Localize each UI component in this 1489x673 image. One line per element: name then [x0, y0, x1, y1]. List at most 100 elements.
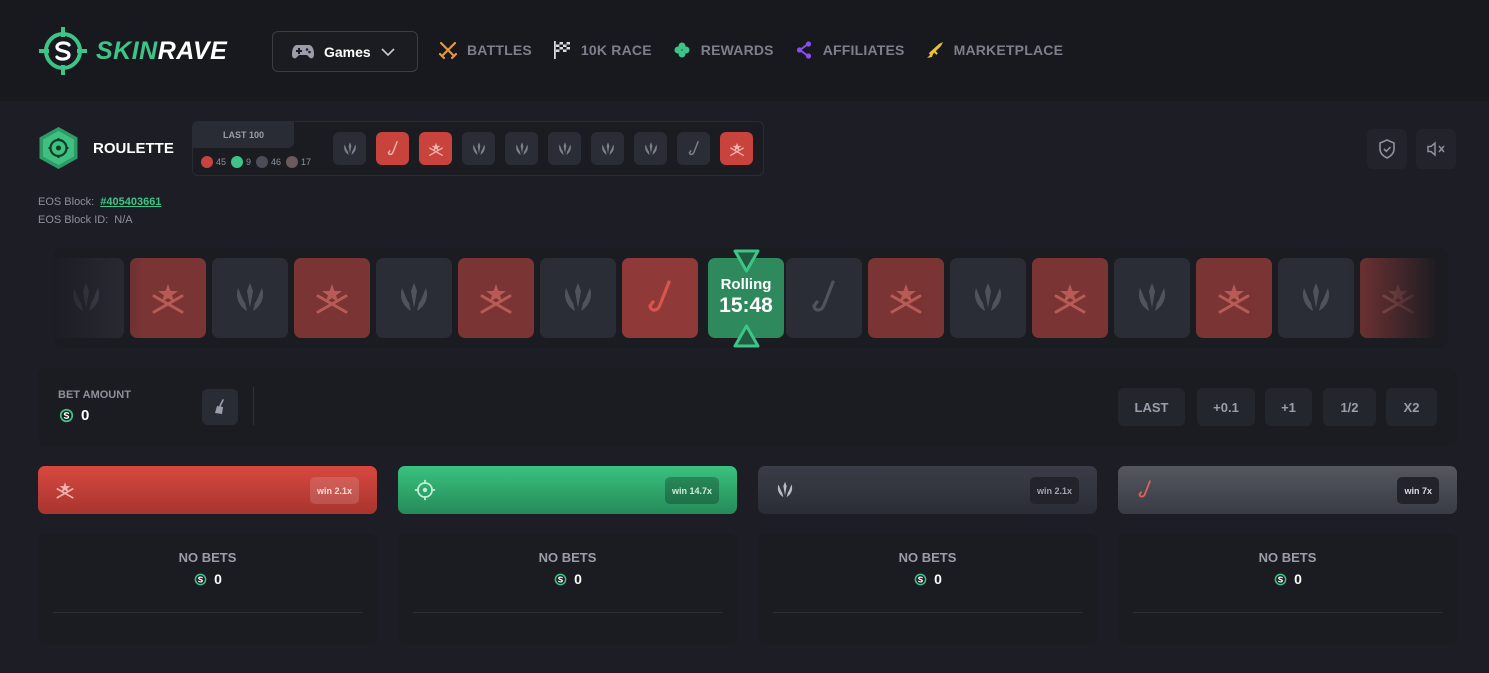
- clear-bet-button[interactable]: [202, 389, 238, 425]
- bets-divider: [413, 612, 722, 613]
- history-item: [419, 132, 452, 165]
- t-emblem-icon: [480, 284, 512, 314]
- count-knife-value: 17: [301, 157, 312, 167]
- bets-total: 0: [38, 571, 377, 587]
- history-item: [634, 132, 667, 165]
- last-100-label: LAST 100: [193, 122, 294, 148]
- eos-block-id-value: N/A: [114, 214, 133, 226]
- eos-block-link[interactable]: #405403661: [100, 196, 161, 208]
- top-header: SKINRAVE Games BATTLES 10K RACE REWARDS …: [0, 0, 1489, 101]
- games-label: Games: [324, 43, 371, 60]
- last-100-panel: LAST 100 45 9 46 17: [192, 121, 764, 176]
- bets-total: 0: [398, 571, 737, 587]
- eos-block-id-label: EOS Block ID:: [38, 214, 109, 226]
- bets-list-knife: NO BETS 0: [1118, 533, 1457, 645]
- ct-emblem-icon: [237, 283, 263, 311]
- roulette-tile: [622, 258, 698, 338]
- clover-icon: [674, 42, 690, 58]
- pointer-down-icon: [733, 249, 760, 273]
- roulette-tile: [786, 258, 862, 338]
- bet-divider: [253, 387, 254, 425]
- roulette-tile: [1032, 258, 1108, 338]
- checkered-flag-icon: [553, 41, 570, 59]
- history-item: [462, 132, 495, 165]
- roulette-tile: [212, 258, 288, 338]
- quick-last-button[interactable]: LAST: [1118, 388, 1185, 426]
- bet-amount-panel: BET AMOUNT 0 LAST +0.1 +1 1/2 X2: [38, 368, 1457, 446]
- logo-text-skin: SKIN: [96, 36, 158, 65]
- knife-hook-icon: [648, 280, 671, 312]
- bets-total-value: 0: [934, 571, 942, 587]
- history-item: [591, 132, 624, 165]
- coin-icon: [59, 408, 74, 423]
- ct-dot-icon: [256, 156, 269, 168]
- bets-total: 0: [758, 571, 1097, 587]
- t-emblem-icon: [1218, 284, 1250, 314]
- roulette-tile: [1278, 258, 1354, 338]
- count-ct: 46: [256, 156, 281, 168]
- coin-icon: [554, 573, 567, 585]
- bet-ct-button[interactable]: win 2.1x: [758, 466, 1097, 514]
- roulette-hexagon-icon: [39, 127, 78, 169]
- count-green: 9: [231, 156, 251, 168]
- eos-block-id-row: EOS Block ID: N/A: [38, 214, 133, 226]
- eos-block-row: EOS Block: #405403661: [38, 196, 161, 208]
- win-multiplier-knife: win 7x: [1397, 477, 1439, 504]
- mute-button[interactable]: [1416, 129, 1456, 169]
- t-emblem-icon: [729, 142, 744, 156]
- bet-t-button[interactable]: win 2.1x: [38, 466, 377, 514]
- bets-list-green: NO BETS 0: [398, 533, 737, 645]
- bet-green-button[interactable]: win 14.7x: [398, 466, 737, 514]
- provably-fair-button[interactable]: [1367, 129, 1407, 169]
- no-bets-label: NO BETS: [538, 550, 597, 565]
- bet-amount-number: 0: [81, 407, 90, 424]
- knife-hook-icon: [688, 140, 699, 155]
- shield-check-icon: [1379, 139, 1395, 159]
- quick-plus-0-1-button[interactable]: +0.1: [1197, 388, 1255, 426]
- bet-amount-value[interactable]: 0: [58, 407, 89, 424]
- no-bets-label: NO BETS: [1258, 550, 1317, 565]
- bet-knife-button[interactable]: win 7x: [1118, 466, 1457, 514]
- win-multiplier-ct: win 2.1x: [1029, 477, 1079, 504]
- nav-rewards[interactable]: REWARDS: [672, 40, 774, 60]
- no-bets-label: NO BETS: [898, 550, 957, 565]
- games-dropdown[interactable]: Games: [272, 31, 418, 72]
- strip-fade-left: [52, 258, 142, 338]
- history-item: [333, 132, 366, 165]
- roulette-tile: [540, 258, 616, 338]
- green-crosshair-icon: [414, 479, 436, 501]
- share-icon: [796, 41, 811, 59]
- nav-race[interactable]: 10K RACE: [552, 40, 652, 60]
- nav-battles-label: BATTLES: [467, 42, 532, 58]
- broom-icon: [215, 399, 224, 414]
- ct-emblem-icon: [1139, 283, 1165, 311]
- strip-fade-right: [1345, 258, 1435, 338]
- ct-emblem-icon: [558, 141, 571, 155]
- knife-dot-icon: [286, 156, 299, 168]
- roulette-tile: [458, 258, 534, 338]
- ct-emblem-icon: [777, 481, 793, 498]
- count-t: 45: [201, 156, 226, 168]
- chevron-down-icon: [381, 47, 395, 56]
- roulette-tile: [950, 258, 1026, 338]
- win-multiplier-green: win 14.7x: [664, 477, 719, 504]
- ct-emblem-icon: [472, 141, 485, 155]
- quick-plus-1-button[interactable]: +1: [1265, 388, 1312, 426]
- history-item: [677, 132, 710, 165]
- bets-list-ct: NO BETS 0: [758, 533, 1097, 645]
- quick-half-button[interactable]: 1/2: [1323, 388, 1376, 426]
- coin-icon: [1274, 573, 1287, 585]
- eos-block-label: EOS Block:: [38, 196, 95, 208]
- swords-icon: [438, 41, 458, 60]
- ct-emblem-icon: [644, 141, 657, 155]
- history-item: [720, 132, 753, 165]
- t-emblem-icon: [428, 142, 443, 156]
- logo[interactable]: SKINRAVE: [38, 26, 227, 76]
- nav-affiliates[interactable]: AFFILIATES: [794, 40, 905, 60]
- nav-affiliates-label: AFFILIATES: [822, 42, 905, 58]
- quick-double-button[interactable]: X2: [1386, 388, 1437, 426]
- nav-battles[interactable]: BATTLES: [438, 40, 532, 60]
- history-item: [376, 132, 409, 165]
- ct-emblem-icon: [343, 141, 356, 155]
- nav-marketplace[interactable]: MARKETPLACE: [925, 40, 1064, 60]
